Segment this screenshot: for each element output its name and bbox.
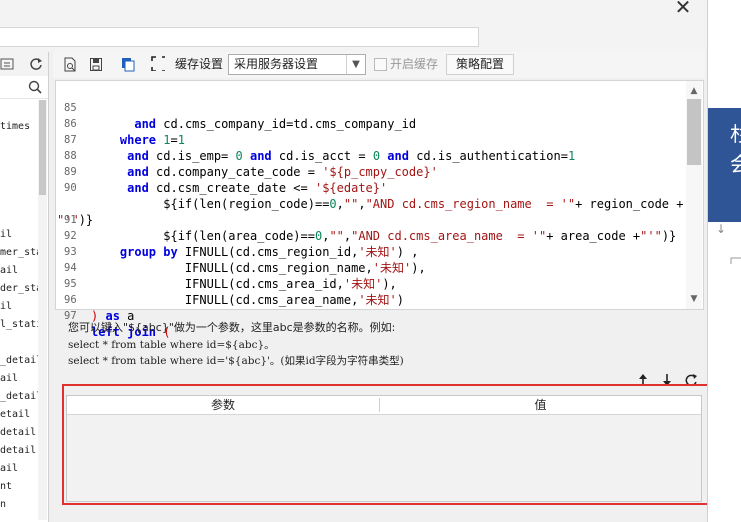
search-icon[interactable]: [28, 80, 42, 94]
strategy-config-button[interactable]: 策略配置: [446, 54, 514, 75]
tree-item[interactable]: n: [0, 496, 40, 514]
tree-item[interactable]: times: [0, 118, 40, 136]
code-line: 91 ${if(len(area_code)==0,"","AND cd.cms…: [56, 196, 684, 243]
fullscreen-icon[interactable]: [151, 56, 165, 71]
bottom-strip: [53, 508, 708, 522]
dataset-tree-panel: times il mer_stat ail der_stat il l_stat…: [0, 52, 49, 522]
tree-item[interactable]: mer_stat: [0, 244, 40, 262]
code-line: 88 and cd.company_cate_code = '${p_cmpy_…: [56, 132, 684, 179]
code-line: 92 group by IFNULL(cd.cms_region_id,'未知'…: [56, 212, 684, 259]
copy-icon[interactable]: [121, 57, 135, 72]
tree-item[interactable]: il: [0, 298, 40, 316]
banner-char: 会: [730, 152, 741, 176]
help-example-1: select * from table where id=${abc}。: [68, 339, 275, 351]
tree-item[interactable]: _detail: [0, 352, 40, 370]
tree-item[interactable]: detail: [0, 424, 40, 442]
tree-item[interactable]: l_statis: [0, 316, 40, 334]
background-banner: 杉 会: [708, 108, 741, 222]
refresh-icon[interactable]: [28, 56, 44, 72]
tree-item[interactable]: etail: [0, 406, 40, 424]
edit-icon[interactable]: [0, 56, 16, 72]
tree-item[interactable]: ail: [0, 460, 40, 478]
top-path-field[interactable]: [0, 27, 479, 47]
code-line: "'")}: [56, 180, 684, 227]
tree-search-bar[interactable]: [0, 76, 48, 99]
tree-item[interactable]: il: [0, 226, 40, 244]
code-line: 94 IFNULL(cd.cms_area_id,'未知'),: [56, 244, 684, 291]
tree-item[interactable]: nt: [0, 478, 40, 496]
code-line: 87 and cd.is_emp= 0 and cd.is_acct = 0 a…: [56, 116, 684, 163]
help-example-2: select * from table where id='${abc}'。(如…: [68, 355, 404, 367]
banner-char: 杉: [730, 122, 741, 146]
code-line: 97 left join (: [56, 292, 684, 339]
code-line: 93 IFNULL(cd.cms_region_name,'未知'),: [56, 228, 684, 275]
enable-cache-label: 开启缓存: [390, 57, 439, 71]
code-line: 95 IFNULL(cd.cms_area_name,'未知'): [56, 260, 684, 307]
scroll-up-icon[interactable]: ▲: [686, 83, 702, 99]
background-glyph-icon: [730, 257, 741, 264]
tree-item[interactable]: ail: [0, 370, 40, 388]
tree-item[interactable]: _detail: [0, 388, 40, 406]
cache-setting-label: 缓存设置: [175, 57, 224, 71]
editor-scrollbar-thumb[interactable]: [687, 99, 701, 165]
save-icon[interactable]: [89, 57, 103, 72]
code-line: 96 ) as a: [56, 276, 684, 323]
enable-cache-checkbox[interactable]: [374, 58, 387, 71]
tree-toolbar: [0, 52, 48, 77]
help-text: 您可以键入"${abc}"做为一个参数，这里abc是参数的名称。例如:: [68, 321, 396, 334]
caret-icon: ↓: [716, 222, 727, 236]
cache-mode-value: 采用服务器设置: [234, 57, 319, 71]
tree-item[interactable]: ail: [0, 262, 40, 280]
scroll-down-icon[interactable]: ▼: [686, 291, 702, 307]
cache-mode-select[interactable]: 采用服务器设置 ▼: [228, 54, 366, 75]
code-line: 90 ${if(len(region_code)==0,"","AND cd.c…: [56, 164, 684, 211]
preview-icon[interactable]: [63, 57, 77, 72]
close-icon[interactable]: ✕: [672, 0, 694, 17]
highlight-frame: [62, 384, 710, 505]
sql-editor[interactable]: 85 and cd.cms_company_id=td.cms_company_…: [55, 80, 704, 339]
sql-toolbar: 缓存设置 采用服务器设置 ▼ 开启缓存 策略配置: [53, 52, 705, 78]
chevron-down-icon[interactable]: ▼: [346, 55, 365, 74]
tree-item[interactable]: der_stat: [0, 280, 40, 298]
code-line: 89 and cd.csm_create_date <= '${edate}': [56, 148, 684, 195]
code-line: 85 and cd.cms_company_id=td.cms_company_…: [56, 84, 684, 131]
tree-scrollbar-thumb[interactable]: [39, 100, 46, 195]
code-line: 86 where 1=1: [56, 100, 684, 147]
tree-item[interactable]: detail: [0, 442, 40, 460]
